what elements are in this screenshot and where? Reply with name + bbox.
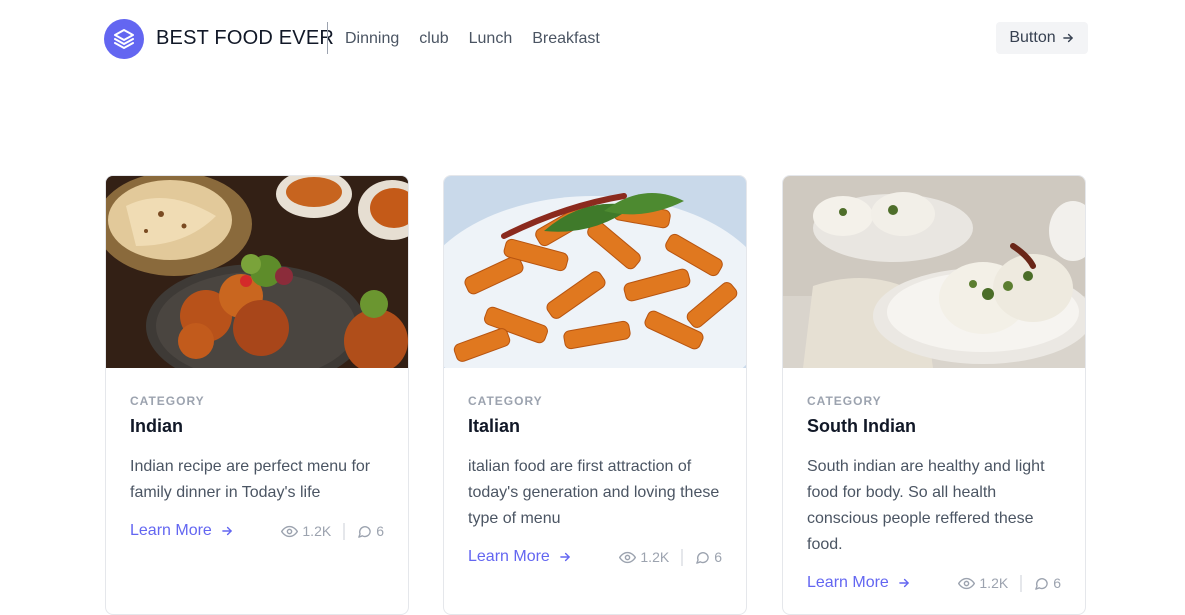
logo[interactable] xyxy=(104,19,144,59)
comments-stat: 6 xyxy=(1022,575,1061,591)
views-count: 1.2K xyxy=(640,549,670,565)
card-title: Indian xyxy=(130,416,183,436)
views-count: 1.2K xyxy=(302,523,332,539)
learn-more-link[interactable]: Learn More xyxy=(130,522,234,540)
views-stat: 1.2K xyxy=(958,574,1023,592)
stacked-layers-icon xyxy=(112,27,136,51)
learn-more-link[interactable]: Learn More xyxy=(807,574,911,592)
learn-more-label: Learn More xyxy=(807,574,889,591)
card-category: CATEGORY xyxy=(807,394,882,408)
nav-divider xyxy=(327,22,328,54)
header-button[interactable]: Button xyxy=(996,22,1088,54)
comment-icon xyxy=(695,550,710,565)
nav-item-club[interactable]: club xyxy=(419,30,448,48)
comments-stat: 6 xyxy=(345,523,384,539)
learn-more-label: Learn More xyxy=(130,522,212,539)
learn-more-link[interactable]: Learn More xyxy=(468,548,572,566)
views-stat: 1.2K xyxy=(619,548,684,566)
learn-more-label: Learn More xyxy=(468,548,550,565)
arrow-right-icon xyxy=(897,576,911,590)
arrow-right-icon xyxy=(220,524,234,538)
views-count: 1.2K xyxy=(979,575,1009,591)
card-description: italian food are first attraction of tod… xyxy=(468,458,720,527)
card-stats: 1.2K 6 xyxy=(281,522,384,540)
card-south-indian: CATEGORY South Indian South indian are h… xyxy=(782,175,1086,615)
comments-stat: 6 xyxy=(683,549,722,565)
card-footer: Learn More 1.2K 6 xyxy=(130,519,384,543)
card-category: CATEGORY xyxy=(468,394,543,408)
card-indian: CATEGORY Indian Indian recipe are perfec… xyxy=(105,175,409,615)
main-nav: Dinning club Lunch Breakfast xyxy=(345,30,600,48)
nav-item-dinning[interactable]: Dinning xyxy=(345,30,399,48)
header-button-label: Button xyxy=(1009,29,1056,46)
card-footer: Learn More 1.2K 6 xyxy=(807,571,1061,595)
card-title: Italian xyxy=(468,416,521,436)
card-description: South indian are healthy and light food … xyxy=(807,458,1045,553)
arrow-right-icon xyxy=(1061,31,1075,45)
eye-icon xyxy=(958,575,976,592)
site-header: BEST FOOD EVER Dinning club Lunch Breakf… xyxy=(0,0,1185,78)
comment-icon xyxy=(1034,576,1049,591)
indian-food-photo xyxy=(106,176,408,368)
card-italian: CATEGORY Italian italian food are first … xyxy=(443,175,747,615)
arrow-right-icon xyxy=(558,550,572,564)
comment-icon xyxy=(357,524,372,539)
card-category: CATEGORY xyxy=(130,394,205,408)
card-footer: Learn More 1.2K 6 xyxy=(468,545,722,569)
brand-name[interactable]: BEST FOOD EVER xyxy=(156,27,334,50)
nav-item-breakfast[interactable]: Breakfast xyxy=(532,30,600,48)
card-title: South Indian xyxy=(807,416,916,436)
eye-icon xyxy=(619,549,637,566)
south-indian-idli-photo xyxy=(783,176,1085,368)
comments-count: 6 xyxy=(714,549,722,565)
comments-count: 6 xyxy=(1053,575,1061,591)
views-stat: 1.2K xyxy=(281,522,346,540)
comments-count: 6 xyxy=(376,523,384,539)
card-description: Indian recipe are perfect menu for famil… xyxy=(130,458,371,501)
nav-item-lunch[interactable]: Lunch xyxy=(469,30,513,48)
eye-icon xyxy=(281,523,299,540)
italian-pasta-photo xyxy=(444,176,746,368)
card-stats: 1.2K 6 xyxy=(619,548,722,566)
card-stats: 1.2K 6 xyxy=(958,574,1061,592)
